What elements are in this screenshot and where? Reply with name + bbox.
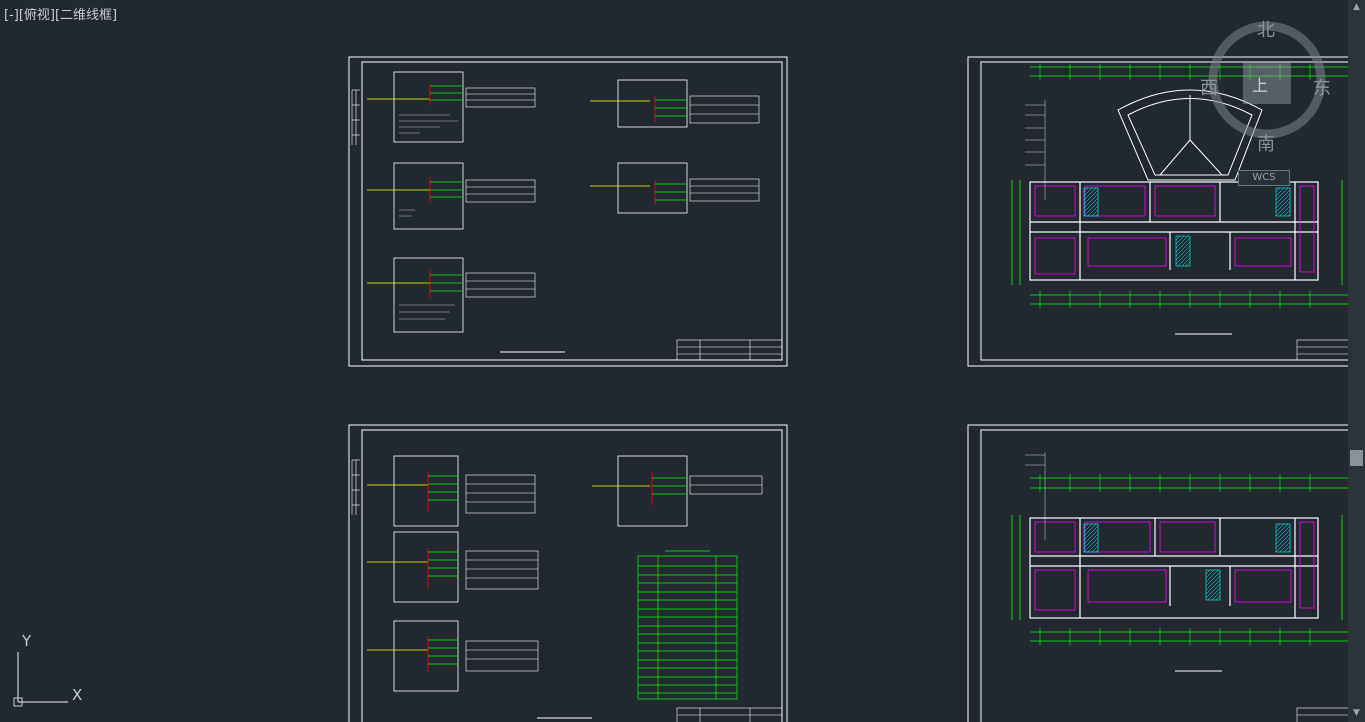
sheet-3-circuit-tables [465, 474, 763, 672]
viewcube-top-face[interactable]: 上 [1252, 72, 1268, 96]
ucs-x-label: X [72, 686, 83, 704]
viewcube-west-label[interactable]: 西 [1200, 74, 1218, 100]
sheet-3-binding-strip [351, 459, 360, 515]
sheet-1-text-scribbles [399, 114, 458, 320]
sheet-floor-plan-2[interactable] [967, 424, 1348, 722]
sheet-4-title-block [1296, 707, 1348, 722]
viewcube-north-label[interactable]: 北 [1257, 16, 1275, 42]
sheet-1-circuit-tables [465, 87, 760, 298]
sheet-2-left-labels [1025, 100, 1046, 200]
sheet-1-circuits [367, 84, 686, 298]
viewcube-south-label[interactable]: 南 [1257, 130, 1275, 156]
sheet-1-panels [393, 71, 688, 333]
sheet-distribution-diagrams-2[interactable] [348, 424, 788, 722]
cad-drawing-canvas[interactable] [0, 0, 1348, 722]
ucs-y-label: Y [22, 632, 32, 650]
sheet-4-building [1029, 517, 1319, 619]
viewport-controls-label[interactable]: [-][俯视][二维线框] [4, 4, 117, 23]
sheet-1-binding-strip [351, 89, 360, 145]
sheet-distribution-diagrams-1[interactable] [348, 56, 788, 367]
wcs-menu-button[interactable]: WCS [1238, 170, 1290, 186]
viewcube-east-label[interactable]: 东 [1313, 74, 1331, 100]
sheet-4-dimension-lines [1011, 477, 1348, 642]
vertical-scrollbar[interactable]: ▲ ▼ [1348, 0, 1365, 722]
scroll-up-arrow-icon[interactable]: ▲ [1351, 2, 1362, 13]
sheet-3-title-block [676, 707, 783, 722]
drawing-viewport[interactable]: 北 南 东 西 上 WCS Y X [-][俯视][二维线框] [0, 0, 1348, 722]
sheet-2-wiring [1034, 185, 1315, 275]
ucs-icon: Y X [10, 630, 90, 712]
sheet-2-stairs [1083, 187, 1291, 267]
sheet-2-building [1029, 181, 1319, 281]
scrollbar-thumb[interactable] [1350, 450, 1363, 466]
scroll-down-arrow-icon[interactable]: ▼ [1351, 708, 1362, 719]
sheet-2-title-block [1296, 339, 1348, 361]
sheet-4-stairs [1083, 523, 1291, 601]
sheet-3-legend-table [637, 555, 738, 700]
sheet-1-title-block [676, 339, 783, 361]
